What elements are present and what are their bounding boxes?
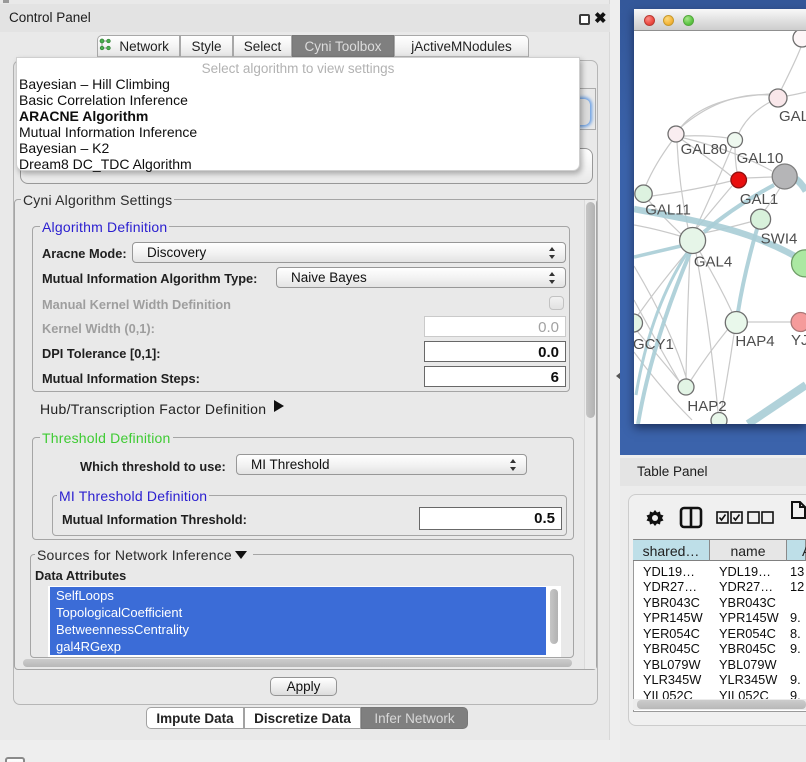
svg-text:GCY1: GCY1 <box>634 336 674 353</box>
svg-text:GAL1: GAL1 <box>740 191 778 208</box>
svg-text:HAP2: HAP2 <box>687 398 726 415</box>
svg-text:GAL10: GAL10 <box>737 150 784 167</box>
svg-text:HAP4: HAP4 <box>735 333 774 350</box>
svg-text:GAL2: GAL2 <box>779 108 806 125</box>
svg-text:SWI4: SWI4 <box>761 231 798 248</box>
svg-text:YJL: YJL <box>791 332 806 349</box>
svg-text:GAL4: GAL4 <box>694 254 732 271</box>
svg-text:GAL80: GAL80 <box>681 141 728 158</box>
svg-text:GAL11: GAL11 <box>645 202 691 219</box>
